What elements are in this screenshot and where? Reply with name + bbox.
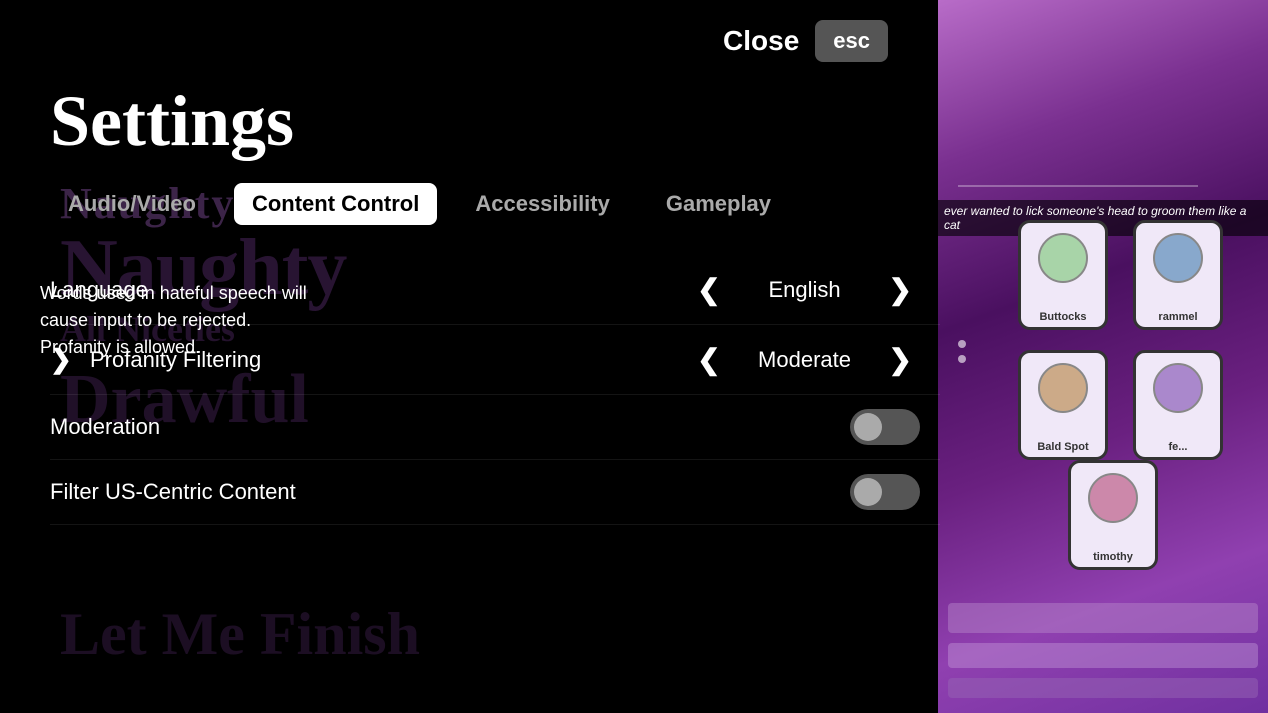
card-label-4: fe...	[1169, 441, 1188, 453]
card-label-5: timothy	[1093, 551, 1133, 563]
language-right-arrow[interactable]: ❯	[881, 269, 920, 310]
card-avatar-4	[1153, 363, 1203, 413]
bottom-dark-bar	[948, 678, 1258, 698]
moderation-row: Moderation	[50, 395, 940, 460]
card-avatar-3	[1038, 363, 1088, 413]
filter-us-toggle[interactable]	[850, 474, 920, 510]
settings-title: Settings	[50, 80, 940, 163]
card-label-3: Bald Spot	[1037, 441, 1088, 453]
close-area: Close esc	[723, 20, 888, 62]
tab-accessibility[interactable]: Accessibility	[457, 183, 628, 225]
close-button[interactable]: Close	[723, 25, 799, 57]
tooltip-box: Words used in hateful speech will cause …	[40, 280, 320, 361]
card-rammel: rammel	[1133, 220, 1223, 330]
tooltip-text: Words used in hateful speech will cause …	[40, 283, 307, 357]
game-panel: ever wanted to lick someone's head to gr…	[938, 0, 1268, 713]
bottom-purple-bar	[948, 603, 1258, 633]
card-fe: fe...	[1133, 350, 1223, 460]
card-avatar-5	[1088, 473, 1138, 523]
card-avatar-2	[1153, 233, 1203, 283]
bottom-light-bar	[948, 643, 1258, 668]
profanity-left-arrow[interactable]: ❮	[689, 339, 728, 380]
dot-2	[958, 355, 966, 363]
tab-audio-video[interactable]: Audio/Video	[50, 183, 214, 225]
esc-badge[interactable]: esc	[815, 20, 888, 62]
profanity-value: Moderate	[745, 347, 865, 373]
moderation-toggle[interactable]	[850, 409, 920, 445]
game-panel-bg: ever wanted to lick someone's head to gr…	[938, 0, 1268, 713]
filter-us-label: Filter US-Centric Content	[50, 479, 350, 505]
filter-us-centric-row: Filter US-Centric Content	[50, 460, 940, 525]
card-timothy: timothy	[1068, 460, 1158, 570]
moderation-label: Moderation	[50, 414, 350, 440]
card-label-2: rammel	[1158, 311, 1197, 323]
tab-content-control[interactable]: Content Control	[234, 183, 437, 225]
dot-1	[958, 340, 966, 348]
card-avatar-1	[1038, 233, 1088, 283]
profanity-value-group: ❮ Moderate ❯	[689, 339, 940, 380]
language-value-group: ❮ English ❯	[689, 269, 940, 310]
language-left-arrow[interactable]: ❮	[689, 269, 728, 310]
card-buttocks: Buttocks	[1018, 220, 1108, 330]
tab-gameplay[interactable]: Gameplay	[648, 183, 789, 225]
language-value: English	[745, 277, 865, 303]
card-bald-spot: Bald Spot	[1018, 350, 1108, 460]
tabs-row: Audio/Video Content Control Accessibilit…	[50, 183, 940, 225]
divider-line-1	[958, 185, 1198, 187]
card-label-1: Buttocks	[1039, 311, 1086, 323]
profanity-right-arrow[interactable]: ❯	[881, 339, 920, 380]
